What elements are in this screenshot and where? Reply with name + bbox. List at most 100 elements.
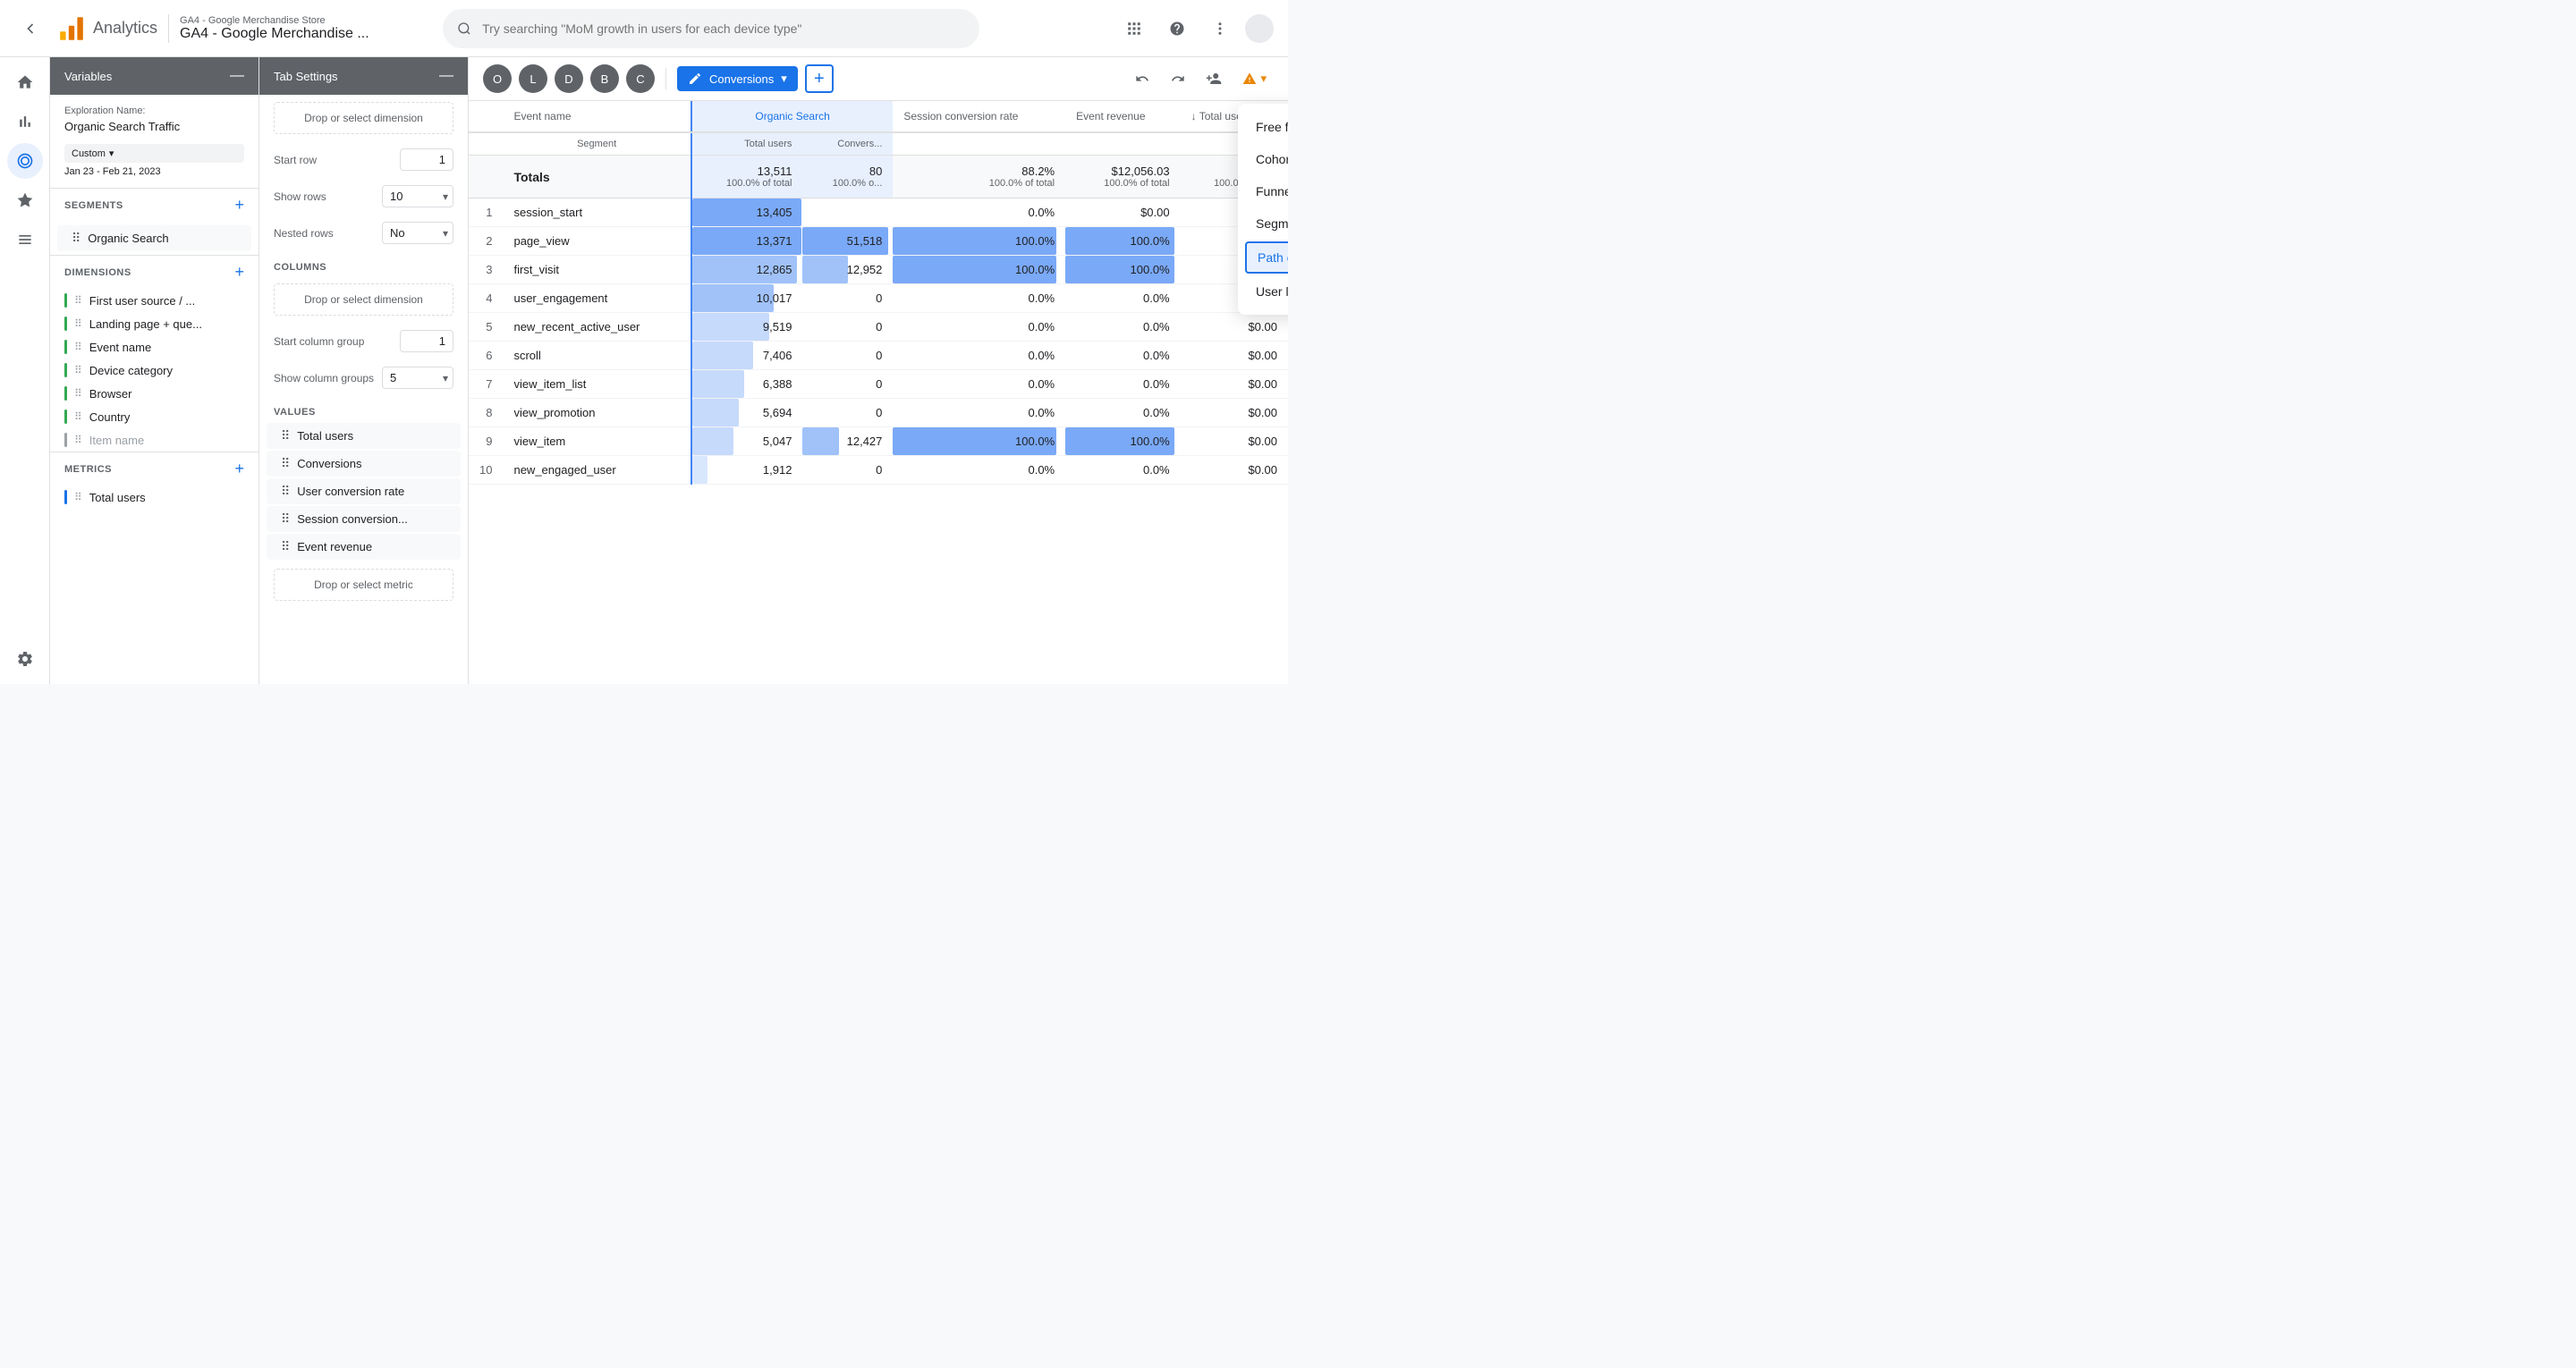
toolbar-divider: [665, 68, 666, 89]
segment-c-button[interactable]: C: [626, 64, 655, 93]
date-chip[interactable]: Custom ▾: [64, 144, 244, 163]
columns-drop-zone[interactable]: Drop or select dimension: [274, 283, 453, 316]
table-row: 6 scroll 7,406 0 0.0% 0.0% $0.00: [469, 342, 1288, 370]
dropdown-item-cohort[interactable]: Cohort exploration: [1238, 143, 1288, 175]
row-session-conv-rate: 0.0%: [1065, 342, 1181, 370]
variables-panel: Variables — Exploration Name: Organic Se…: [50, 57, 259, 684]
dropdown-item-funnel[interactable]: Funnel exploration: [1238, 175, 1288, 207]
nav-divider: [168, 14, 169, 43]
row-conv-rate: 0.0%: [893, 370, 1065, 399]
th-conversions: Convers...: [802, 132, 893, 156]
segment-b-button[interactable]: B: [590, 64, 619, 93]
more-button[interactable]: [1202, 11, 1238, 46]
dim-item-1: ⠿ Landing page + que...: [50, 312, 258, 335]
add-user-button[interactable]: [1199, 64, 1228, 93]
search-bar[interactable]: [443, 9, 979, 48]
nav-app-subtitle: GA4 - Google Merchandise Store: [180, 15, 369, 26]
segment-o-button[interactable]: O: [483, 64, 512, 93]
row-event-revenue: $0.00: [1181, 399, 1288, 427]
variables-title: Variables: [64, 70, 112, 83]
row-total-users: 5,047: [691, 427, 803, 456]
row-num: 3: [469, 256, 503, 284]
segment-label: Organic Search: [88, 232, 168, 245]
settings-icon-button[interactable]: [7, 641, 43, 677]
tab-settings-minimize-button[interactable]: —: [439, 68, 453, 84]
chevron-down-icon: ▾: [109, 148, 114, 159]
reports-icon-button[interactable]: [7, 104, 43, 139]
value-item-1: ⠿ Conversions: [267, 451, 461, 477]
nested-rows-select[interactable]: NoYes: [382, 222, 453, 244]
redo-button[interactable]: [1164, 64, 1192, 93]
row-event-name: page_view: [503, 227, 691, 256]
dimensions-title: DIMENSIONS: [64, 267, 131, 278]
th-event-name: Event name: [503, 101, 691, 132]
row-conversions: [802, 198, 893, 227]
rows-drop-zone[interactable]: Drop or select dimension: [274, 102, 453, 134]
row-conv-rate: 0.0%: [893, 456, 1065, 485]
add-comparison-button[interactable]: +: [805, 64, 834, 93]
add-metric-button[interactable]: +: [234, 460, 244, 478]
exploration-name-value: Organic Search Traffic: [64, 120, 244, 133]
main-layout: Variables — Exploration Name: Organic Se…: [0, 57, 1288, 684]
row-conversions: 0: [802, 342, 893, 370]
dim-color-indicator: [64, 410, 67, 424]
metric-selector-button[interactable]: Conversions ▾: [677, 66, 798, 91]
dropdown-item-free-form[interactable]: Free form: [1238, 111, 1288, 143]
date-range-label: Custom: [72, 148, 106, 159]
dropdown-item-segment-overlap[interactable]: Segment overlap: [1238, 207, 1288, 240]
row-event-name: user_engagement: [503, 284, 691, 313]
row-num: 10: [469, 456, 503, 485]
row-total-users: 13,405: [691, 198, 803, 227]
totals-event-revenue: $12,056.03 100.0% of total: [1065, 156, 1181, 198]
back-button[interactable]: [14, 13, 47, 45]
add-segment-button[interactable]: +: [234, 196, 244, 215]
metric-drop-zone[interactable]: Drop or select metric: [274, 569, 453, 601]
th-event-revenue: Event revenue: [1065, 101, 1181, 132]
start-row-setting: Start row: [259, 141, 468, 178]
dim-color-indicator: [64, 386, 67, 401]
row-event-revenue: $0.00: [1181, 342, 1288, 370]
undo-button[interactable]: [1128, 64, 1157, 93]
metric-drop-label: Drop or select metric: [314, 578, 413, 591]
show-columns-select[interactable]: 510: [382, 367, 453, 389]
warning-icon: [1242, 72, 1257, 86]
totals-total-users: 13,511 100.0% of total: [691, 156, 803, 198]
dropdown-item-path-exploration[interactable]: Path exploration: [1245, 241, 1288, 274]
metric-color-indicator: [64, 490, 67, 504]
exploration-name-label: Exploration Name:: [64, 106, 244, 116]
variables-minimize-button[interactable]: —: [230, 68, 244, 84]
dropdown-item-user-lifetime[interactable]: User lifetime: [1238, 275, 1288, 308]
start-row-input[interactable]: [400, 148, 453, 171]
warning-button[interactable]: ▾: [1235, 68, 1274, 89]
row-event-revenue: $0.00: [1181, 370, 1288, 399]
avatar[interactable]: [1245, 14, 1274, 43]
start-column-input[interactable]: [400, 330, 453, 352]
metrics-header: METRICS +: [50, 452, 258, 486]
drag-handle-icon: ⠿: [74, 294, 82, 307]
icon-sidebar: [0, 57, 50, 684]
advertising-icon-button[interactable]: [7, 182, 43, 218]
row-session-conv-rate: 0.0%: [1065, 370, 1181, 399]
dim-color-indicator: [64, 317, 67, 331]
search-input[interactable]: [482, 21, 965, 36]
segment-d-button[interactable]: D: [555, 64, 583, 93]
drag-handle-icon: ⠿: [281, 456, 290, 471]
add-dimension-button[interactable]: +: [234, 263, 244, 282]
table-area[interactable]: Event name Organic Search Session conver…: [469, 101, 1288, 684]
drag-handle-icon: ⠿: [74, 410, 82, 423]
grid-button[interactable]: [1116, 11, 1152, 46]
show-rows-select[interactable]: 102550: [382, 185, 453, 207]
home-icon-button[interactable]: [7, 64, 43, 100]
nav-app-info: GA4 - Google Merchandise Store GA4 - Goo…: [180, 15, 369, 42]
configure-icon-button[interactable]: [7, 222, 43, 258]
dim-color-indicator: [64, 363, 67, 377]
logo-text: Analytics: [93, 19, 157, 38]
help-button[interactable]: [1159, 11, 1195, 46]
row-total-users: 5,694: [691, 399, 803, 427]
segment-l-button[interactable]: L: [519, 64, 547, 93]
row-conversions: 0: [802, 313, 893, 342]
data-table: Event name Organic Search Session conver…: [469, 101, 1288, 485]
drag-handle-icon: ⠿: [74, 341, 82, 353]
explore-icon-button[interactable]: [7, 143, 43, 179]
dim-item-3: ⠿ Device category: [50, 359, 258, 382]
